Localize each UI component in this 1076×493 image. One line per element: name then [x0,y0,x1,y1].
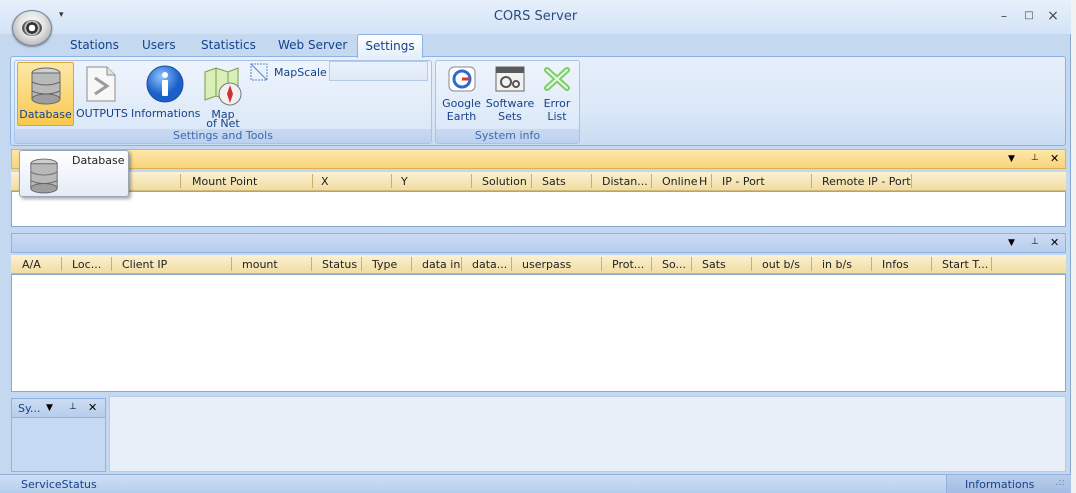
outputs-button[interactable]: OUTPUTS [76,64,128,120]
informations-status-label: Informations [965,478,1035,491]
tooltip-label: Database [72,154,125,167]
column-header-aa[interactable]: A/A [22,258,41,271]
column-header-userpass[interactable]: userpass [522,258,571,271]
stations-panel-close-icon[interactable]: ✕ [1050,152,1059,165]
google-earth-label-1: Google [442,97,481,110]
clients-panel-header: ▼ ⊥ ✕ [11,233,1066,253]
column-header-remote-ip-port[interactable]: Remote IP - Port [822,175,911,188]
outputs-button-label: OUTPUTS [76,107,128,120]
stations-panel-pin-icon[interactable]: ⊥ [1031,153,1039,163]
app-logo-icon [22,20,42,36]
status-bar: ServiceStatus Informations .:: [0,474,1071,493]
stations-grid-body[interactable] [11,191,1066,227]
map-scale-icon [250,63,268,81]
map-of-net-button[interactable]: Map of Net [201,66,245,137]
column-header-source[interactable]: So... [662,258,686,271]
error-list-label-1: Error [543,97,571,110]
title-bar: ▾ CORS Server – □ × [0,0,1071,34]
main-frame: ▾ CORS Server – □ × Stations Users Stati… [0,0,1071,493]
software-sets-label-1: Software [485,97,535,110]
tooltip-database-icon [30,158,58,194]
map-label-line-2: of Net [206,117,240,130]
system-pane-header: Sy... ▼ ⊥ ✕ [11,398,106,418]
database-icon [31,67,60,105]
column-header-start-time[interactable]: Start T... [942,258,988,271]
maximize-button[interactable]: □ [1019,8,1039,24]
info-icon [146,65,184,103]
informations-status-panel[interactable]: Informations .:: [946,475,1071,493]
software-sets-icon [495,66,525,92]
error-list-icon [544,67,570,91]
column-header-sats[interactable]: Sats [542,175,566,188]
column-header-x[interactable]: X [321,175,329,188]
column-header-h[interactable]: H [699,175,707,188]
database-tooltip: Database [19,150,129,197]
system-pane-body [11,418,106,472]
map-compass-icon [204,67,242,106]
application-menu-button[interactable] [12,10,52,46]
tab-web-server[interactable]: Web Server [278,38,347,52]
system-pane-close-icon[interactable]: ✕ [88,401,97,414]
column-header-sats[interactable]: Sats [702,258,726,271]
error-list-label-2: List [547,110,567,123]
informations-button-label: Informations [131,107,201,120]
minimize-button[interactable]: – [994,8,1014,24]
informations-button[interactable]: Informations [131,64,201,120]
outputs-document-icon [86,66,116,102]
column-header-y[interactable]: Y [401,175,408,188]
clients-grid-body[interactable] [11,274,1066,392]
clients-grid-header: A/A Loc... Client IP mount Status Type d… [11,255,1066,274]
database-button-label: Database [19,108,72,121]
column-header-online[interactable]: Online [662,175,697,188]
system-pane-dropdown-icon[interactable]: ▼ [46,403,53,413]
mapscale-label: MapScale [274,66,327,79]
stations-grid-header: Mount Point X Y Solution Sats Distan... … [11,172,1066,191]
google-earth-icon [448,66,475,92]
column-header-ip-port[interactable]: IP - Port [722,175,765,188]
google-earth-label-2: Earth [446,110,477,123]
system-pane-pin-icon[interactable]: ⊥ [69,402,77,412]
app-window: ▾ CORS Server – □ × Stations Users Stati… [0,0,1076,493]
column-header-type[interactable]: Type [372,258,397,271]
software-sets-button[interactable]: Software Sets [485,64,535,123]
column-header-data-out[interactable]: data... [472,258,507,271]
resize-grip-icon[interactable]: .:: [1055,477,1065,488]
tab-settings[interactable]: Settings [357,34,423,58]
tab-stations[interactable]: Stations [70,38,119,52]
column-header-mount[interactable]: mount [242,258,278,271]
document-area [109,396,1066,472]
column-header-solution[interactable]: Solution [482,175,527,188]
clients-panel-close-icon[interactable]: ✕ [1050,236,1059,249]
window-title: CORS Server [493,9,578,24]
close-window-button[interactable]: × [1043,8,1063,24]
column-header-status[interactable]: Status [322,258,357,271]
stations-panel-dropdown-icon[interactable]: ▼ [1008,154,1015,164]
column-header-data-in[interactable]: data in [422,258,460,271]
clients-panel-pin-icon[interactable]: ⊥ [1031,237,1039,247]
column-header-client-ip[interactable]: Client IP [122,258,167,271]
group-label-system-info: System info [436,129,579,143]
clients-panel-dropdown-icon[interactable]: ▼ [1008,238,1015,248]
mapscale-input[interactable] [329,61,428,81]
tab-users[interactable]: Users [142,38,176,52]
column-header-in-bs[interactable]: in b/s [822,258,852,271]
column-header-protocol[interactable]: Prot... [612,258,644,271]
stations-panel-header: ▼ ⊥ ✕ [11,149,1066,169]
column-header-location[interactable]: Loc... [72,258,101,271]
tab-statistics[interactable]: Statistics [201,38,256,52]
column-header-distance[interactable]: Distan... [602,175,648,188]
error-list-button[interactable]: Error List [537,64,577,123]
database-button[interactable]: Database [17,62,74,126]
software-sets-label-2: Sets [498,110,522,123]
column-header-mount-point[interactable]: Mount Point [192,175,257,188]
service-status-label: ServiceStatus [21,478,97,491]
column-header-out-bs[interactable]: out b/s [762,258,800,271]
column-header-infos[interactable]: Infos [882,258,909,271]
system-pane-title: Sy... [18,402,41,415]
google-earth-button[interactable]: Google Earth [440,64,483,123]
